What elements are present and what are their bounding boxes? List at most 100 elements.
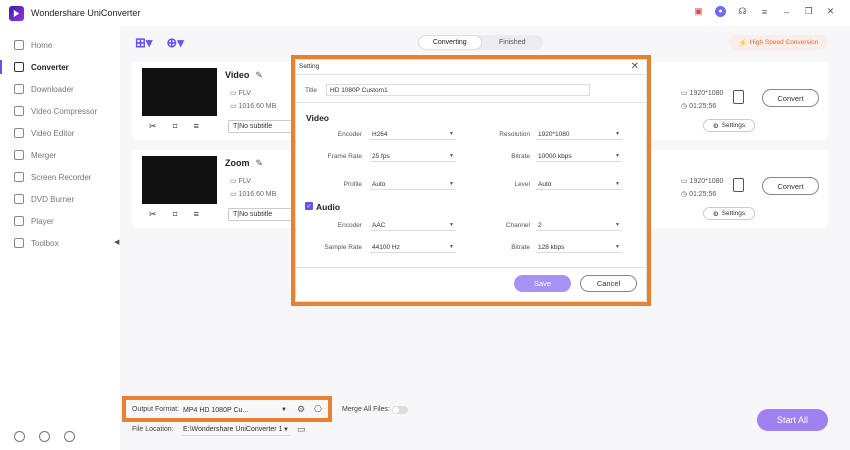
scissors-icon — [14, 128, 24, 138]
sidebar-item-converter[interactable]: Converter — [0, 56, 110, 78]
gift-icon[interactable]: ▣ — [693, 6, 704, 17]
rename-icon[interactable]: ✎ — [256, 158, 264, 168]
video-thumbnail[interactable] — [142, 68, 217, 116]
status-tabs: Converting Finished — [418, 35, 543, 50]
target-resolution: 1920*1080 — [689, 178, 724, 185]
support-icon[interactable]: ☊ — [737, 6, 748, 17]
sidebar-item-label: DVD Burner — [31, 194, 75, 204]
output-settings-icon[interactable] — [733, 90, 744, 104]
menu-icon[interactable]: ≡ — [759, 6, 770, 17]
add-files-icon[interactable]: ⊞▾ — [135, 35, 152, 51]
dialog-highlight-box — [291, 55, 651, 306]
sidebar-item-label: Video Editor — [31, 128, 75, 138]
high-speed-conversion-button[interactable]: ⚡ High Speed Conversion — [729, 35, 828, 50]
high-speed-label: High Speed Conversion — [749, 39, 819, 46]
merge-all-files-label: Merge All Files: — [342, 406, 390, 413]
sidebar-item-home[interactable]: Home — [0, 34, 110, 56]
file-size: 1016.60 MB — [238, 191, 277, 198]
compress-icon — [14, 106, 24, 116]
crop-icon[interactable]: ⌗ — [173, 209, 178, 220]
subtitle-select[interactable]: T| No subtitle — [228, 208, 294, 221]
user-avatar-icon[interactable]: ● — [715, 6, 726, 17]
home-icon — [14, 40, 24, 50]
target-resolution: 1920*1080 — [689, 90, 724, 97]
effects-menu-icon[interactable]: ≡ — [194, 121, 199, 132]
sidebar-item-label: Video Compressor — [31, 106, 98, 116]
file-format: FLV — [238, 178, 251, 185]
output-settings-icon[interactable] — [733, 178, 744, 192]
sidebar-item-label: Home — [31, 40, 53, 50]
sidebar-item-label: Player — [31, 216, 54, 226]
disc-icon — [14, 194, 24, 204]
subtitle-value: No subtitle — [239, 211, 273, 218]
record-icon — [14, 172, 24, 182]
sidebar-item-dvd-burner[interactable]: DVD Burner — [0, 188, 110, 210]
sidebar-item-video-compressor[interactable]: Video Compressor — [0, 100, 110, 122]
maximize-icon[interactable]: ❐ — [803, 6, 814, 17]
merge-all-files-toggle[interactable] — [392, 406, 408, 414]
gear-icon: ⚙ — [712, 122, 719, 130]
trim-icon[interactable]: ✂ — [149, 209, 157, 220]
folder-icon: ▭ — [230, 191, 239, 198]
clock-icon: ◷ — [681, 191, 690, 198]
sidebar-item-screen-recorder[interactable]: Screen Recorder — [0, 166, 110, 188]
file-location-select[interactable]: E:\Wondershare UniConverter 1 ▼ — [181, 424, 291, 436]
crop-icon[interactable]: ⌗ — [173, 121, 178, 132]
file-name: Zoom — [225, 158, 250, 168]
title-bar: Wondershare UniConverter ▣ ● ☊ ≡ – ❐ ✕ — [0, 0, 850, 26]
clock-icon: ◷ — [681, 103, 690, 110]
output-format-highlight-box — [122, 396, 332, 422]
feedback-icon[interactable] — [64, 431, 75, 442]
subtitle-value: No subtitle — [239, 123, 273, 130]
help-icon[interactable] — [14, 431, 25, 442]
sidebar: Home Converter Downloader Video Compress… — [0, 34, 110, 254]
sidebar-item-label: Toolbox — [31, 238, 59, 248]
trim-icon[interactable]: ✂ — [149, 121, 157, 132]
sidebar-item-player[interactable]: Player — [0, 210, 110, 232]
file-location-label: File Location: — [132, 426, 174, 433]
start-all-button[interactable]: Start All — [757, 409, 828, 431]
tab-finished[interactable]: Finished — [482, 35, 544, 50]
sidebar-item-toolbox[interactable]: Toolbox — [0, 232, 110, 254]
effects-menu-icon[interactable]: ≡ — [194, 209, 199, 220]
rename-icon[interactable]: ✎ — [255, 70, 263, 80]
close-icon[interactable]: ✕ — [825, 6, 836, 17]
notification-icon[interactable] — [39, 431, 50, 442]
settings-button[interactable]: ⚙ Settings — [703, 207, 755, 220]
video-format-icon: ▭ — [230, 178, 239, 185]
open-folder-icon[interactable]: ▭ — [297, 424, 306, 435]
sidebar-item-label: Merger — [31, 150, 57, 160]
minimize-icon[interactable]: – — [781, 6, 792, 17]
video-thumbnail[interactable] — [142, 156, 217, 204]
download-icon — [14, 84, 24, 94]
sidebar-item-merger[interactable]: Merger — [0, 144, 110, 166]
gear-icon: ⚙ — [712, 210, 719, 218]
file-size: 1016.60 MB — [238, 103, 277, 110]
subtitle-select[interactable]: T| No subtitle — [228, 120, 294, 133]
sidebar-item-downloader[interactable]: Downloader — [0, 78, 110, 100]
app-logo-icon — [9, 5, 24, 21]
lightning-icon: ⚡ — [738, 39, 747, 47]
sidebar-item-video-editor[interactable]: Video Editor — [0, 122, 110, 144]
file-format: FLV — [238, 90, 251, 97]
resolution-icon: ▭ — [681, 90, 690, 97]
tab-converting[interactable]: Converting — [418, 35, 482, 50]
play-icon — [14, 216, 24, 226]
merge-icon — [14, 150, 24, 160]
app-title: Wondershare UniConverter — [31, 8, 141, 18]
add-more-icon[interactable]: ⊕▾ — [166, 35, 183, 51]
sidebar-item-label: Screen Recorder — [31, 172, 92, 182]
sidebar-item-label: Downloader — [31, 84, 74, 94]
file-location-value: E:\Wondershare UniConverter 1 — [183, 426, 283, 433]
chevron-down-icon: ▼ — [283, 426, 289, 433]
settings-label: Settings — [721, 122, 746, 129]
sidebar-item-label: Converter — [31, 62, 69, 72]
resolution-icon: ▭ — [681, 178, 690, 185]
settings-button[interactable]: ⚙ Settings — [703, 119, 755, 132]
file-name: Video — [225, 70, 250, 80]
collapse-sidebar-icon[interactable]: ◀ — [114, 238, 119, 246]
convert-button[interactable]: Convert — [762, 89, 819, 107]
duration: 01:25:56 — [689, 191, 717, 198]
grid-icon — [14, 238, 24, 248]
convert-button[interactable]: Convert — [762, 177, 819, 195]
